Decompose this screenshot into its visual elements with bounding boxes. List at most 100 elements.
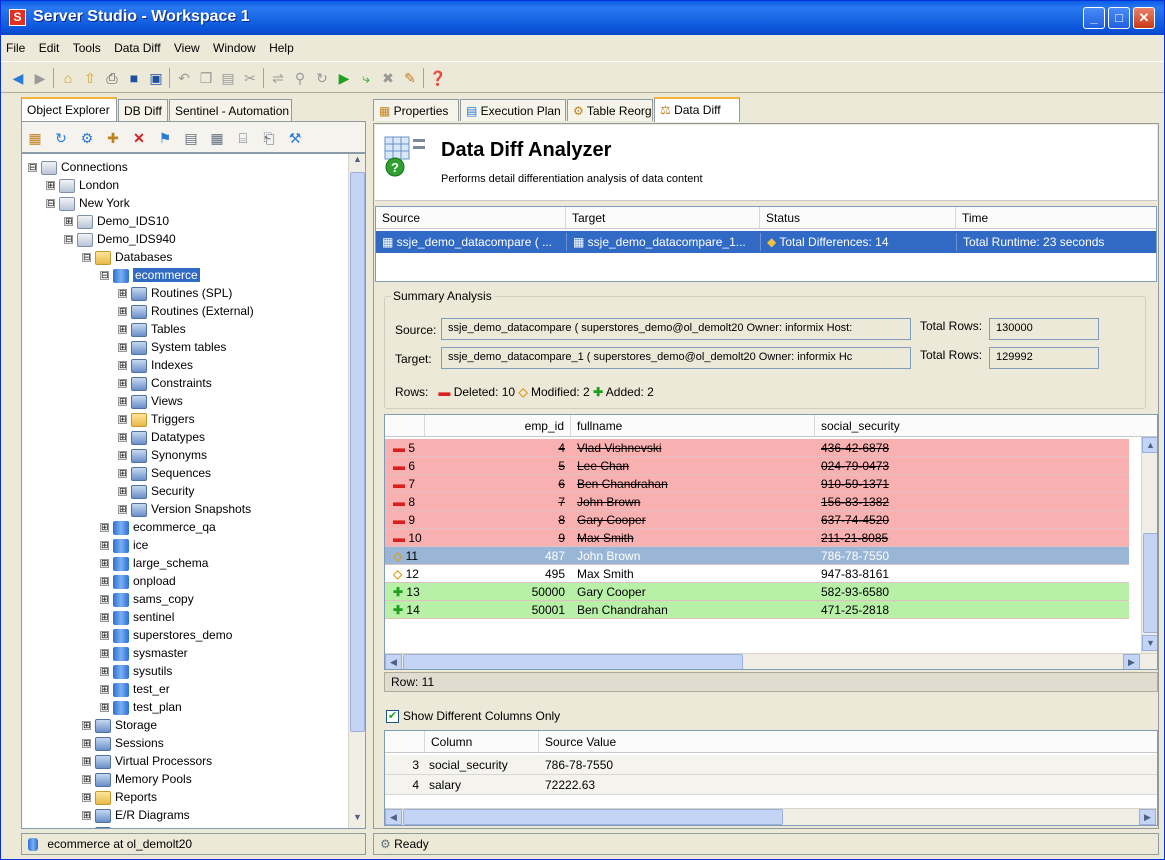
expand-icon[interactable]: ⊞ (82, 739, 91, 749)
expand-icon[interactable]: ⊞ (82, 721, 91, 731)
expand-icon[interactable]: ⊞ (118, 343, 127, 353)
connect-icon[interactable]: ⇌ (269, 69, 287, 87)
header-emp-id[interactable]: emp_id (425, 415, 571, 437)
stop-icon[interactable]: ✖ (379, 69, 397, 87)
tab-data-diff[interactable]: ⚖ Data Diff (654, 97, 740, 122)
tree-node[interactable]: ⊞ test_er (100, 680, 170, 698)
tree-node[interactable]: ⊞ Indexes (118, 356, 193, 374)
columns-horizontal-scrollbar[interactable]: ◀ ▶ (385, 808, 1157, 825)
save-icon[interactable]: ■ (125, 69, 143, 87)
collapse-icon[interactable]: ⊟ (82, 253, 91, 263)
tree-node[interactable]: ⊞ Sessions (82, 734, 164, 752)
header-source-value[interactable]: Source Value (539, 731, 1157, 753)
tree-node[interactable]: ⊞ Storage (82, 716, 157, 734)
tools-icon[interactable]: ⚒ (286, 129, 304, 147)
properties-icon[interactable]: ▦ (26, 129, 44, 147)
tab-object-explorer[interactable]: Object Explorer (21, 97, 117, 122)
expand-icon[interactable]: ⊞ (82, 757, 91, 767)
table-row[interactable]: ✚ 14 50001 Ben Chandrahan 471-25-2818 (385, 601, 1129, 619)
tree-node[interactable]: ⊞ Sequences (118, 464, 211, 482)
close-button[interactable]: ✕ (1133, 7, 1155, 29)
edit-icon[interactable]: ✎ (401, 69, 419, 87)
open-icon[interactable]: ⌂ (59, 69, 77, 87)
scroll-right-icon[interactable]: ▶ (1139, 809, 1156, 825)
expand-icon[interactable]: ⊞ (118, 379, 127, 389)
expand-icon[interactable]: ⊞ (100, 631, 109, 641)
tree-node[interactable]: ⊞ Version Snapshots (118, 500, 251, 518)
tree-node[interactable]: ⊟ ecommerce (100, 266, 200, 284)
expand-icon[interactable]: ⊞ (100, 613, 109, 623)
header-column[interactable]: Column (425, 731, 539, 753)
source-total-rows[interactable]: 130000 (989, 318, 1099, 340)
menu-data-diff[interactable]: Data Diff (109, 37, 165, 55)
tree-node[interactable]: ⊞ Triggers (118, 410, 195, 428)
header-target[interactable]: Target (566, 207, 760, 229)
header-fullname[interactable]: fullname (571, 415, 815, 437)
refresh-icon[interactable]: ↻ (313, 69, 331, 87)
scrollbar-thumb[interactable] (1143, 533, 1157, 633)
tree-node[interactable]: ⊟ Connections (28, 158, 128, 176)
source-field[interactable]: ssje_demo_datacompare ( superstores_demo… (441, 318, 911, 340)
list-item[interactable]: 4 salary 72222.63 (385, 775, 1157, 795)
expand-icon[interactable]: ⊞ (118, 505, 127, 515)
expand-icon[interactable]: ⊞ (46, 181, 55, 191)
minimize-button[interactable]: _ (1083, 7, 1105, 29)
tree-node[interactable]: ⊟ New York (46, 194, 130, 212)
expand-icon[interactable]: ⊞ (100, 559, 109, 569)
run-icon[interactable]: ▶ (335, 69, 353, 87)
table-row[interactable]: ▬ 9 8 Gary Cooper 637-74-4520 (385, 511, 1129, 529)
tree-node[interactable]: ⊟ Demo_IDS940 (64, 230, 176, 248)
expand-icon[interactable]: ⊞ (100, 649, 109, 659)
collapse-icon[interactable]: ⊟ (100, 271, 109, 281)
scroll-left-icon[interactable]: ◀ (385, 809, 402, 825)
disconnect-icon[interactable]: ⚲ (291, 69, 309, 87)
result-row[interactable]: ▦ ssje_demo_datacompare ( ... ▦ ssje_dem… (376, 231, 1156, 253)
expand-icon[interactable]: ⊞ (118, 325, 127, 335)
target-total-rows[interactable]: 129992 (989, 347, 1099, 369)
tree-node[interactable]: ⊞ Views (118, 392, 183, 410)
scroll-down-icon[interactable]: ▼ (1142, 635, 1157, 651)
tree-node[interactable]: ⊞ Reports (82, 788, 157, 806)
tree-node[interactable]: ⊞ sams_copy (100, 590, 194, 608)
table-row[interactable]: ▬ 7 6 Ben Chandrahan 910-59-1371 (385, 475, 1129, 493)
table-row[interactable]: ◇ 11 487 John Brown 786-78-7550 (385, 547, 1129, 565)
tree-node[interactable]: ⊞ ecommerce_qa (100, 518, 216, 536)
table-row[interactable]: ✚ 13 50000 Gary Cooper 582-93-6580 (385, 583, 1129, 601)
table-row[interactable]: ▬ 8 7 John Brown 156-83-1382 (385, 493, 1129, 511)
menu-view[interactable]: View (169, 37, 205, 55)
expand-icon[interactable]: ⊞ (100, 667, 109, 677)
run-to-icon[interactable]: ⤷ (357, 69, 375, 87)
title-bar[interactable]: S Server Studio - Workspace 1 _ □ ✕ (1, 1, 1164, 35)
expand-icon[interactable]: ⊞ (118, 451, 127, 461)
tree-node[interactable]: ⊞ Routines (External) (118, 302, 254, 320)
tab-properties[interactable]: ▦ Properties (373, 99, 459, 121)
collapse-icon[interactable]: ⊟ (64, 235, 73, 245)
tree-node[interactable]: ⊞ test_plan (100, 698, 182, 716)
expand-icon[interactable]: ⊞ (100, 685, 109, 695)
tree-scrollbar[interactable]: ▲ ▼ (348, 154, 365, 828)
open-folder-icon[interactable]: ⇧ (81, 69, 99, 87)
expand-icon[interactable]: ⊞ (118, 307, 127, 317)
scroll-up-icon[interactable]: ▲ (350, 154, 365, 170)
show-different-columns-checkbox[interactable]: ✔ Show Different Columns Only (386, 709, 560, 724)
new-object-icon[interactable]: ✚ (104, 129, 122, 147)
header-social-security[interactable]: social_security (815, 415, 1157, 437)
tree-node[interactable]: ⊞ E/R Diagrams (82, 806, 190, 824)
copy-icon[interactable]: ❐ (197, 69, 215, 87)
tree-node[interactable]: ⊞ superstores_demo (100, 626, 232, 644)
collapse-icon[interactable]: ⊟ (28, 163, 37, 173)
print-icon[interactable]: ⎙ (103, 69, 121, 87)
scroll-down-icon[interactable]: ▼ (350, 812, 365, 828)
tab-db-diff[interactable]: DB Diff (118, 99, 168, 121)
expand-icon[interactable]: ⊞ (118, 397, 127, 407)
tree-node[interactable]: ⊞ sysmaster (100, 644, 188, 662)
tree-node[interactable]: ⊞ Demo_IDS10 (64, 212, 169, 230)
tree-node[interactable]: ⊞ London (46, 176, 119, 194)
tree-node[interactable]: ⊞ System tables (118, 338, 226, 356)
table-row[interactable]: ▬ 10 9 Max Smith 211-21-8085 (385, 529, 1129, 547)
maximize-button[interactable]: □ (1108, 7, 1130, 29)
header-source[interactable]: Source (376, 207, 566, 229)
tree-node[interactable]: ⊞Data Loader (HPL) (82, 824, 216, 828)
expand-icon[interactable]: ⊞ (100, 703, 109, 713)
tree-node[interactable]: ⊞ Constraints (118, 374, 212, 392)
